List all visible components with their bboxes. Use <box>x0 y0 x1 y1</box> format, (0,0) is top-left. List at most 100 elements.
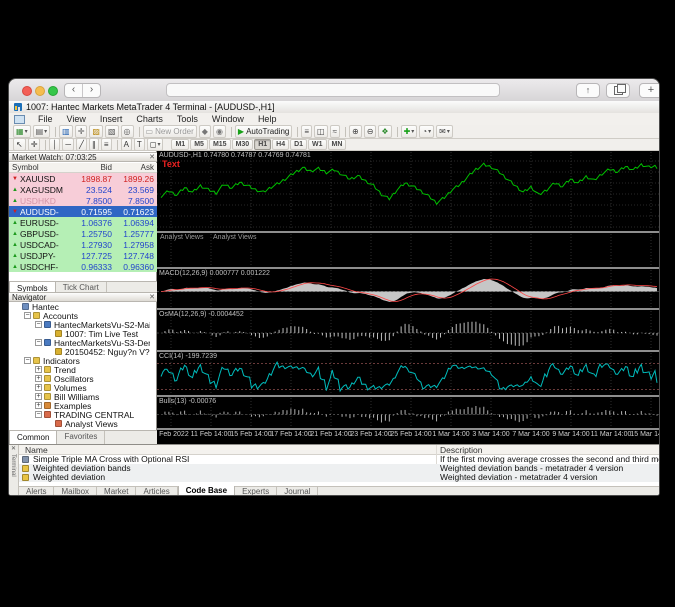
strategy-tester-button[interactable]: ◎ <box>121 125 134 138</box>
terminal-tabs: AlertsMailboxMarketArticlesCode BaseExpe… <box>19 486 660 496</box>
vertical-line-button[interactable]: │ <box>49 138 60 151</box>
menu-tools[interactable]: Tools <box>170 113 205 125</box>
shapes-button[interactable]: ◻▾ <box>147 138 164 151</box>
tab-experts[interactable]: Experts <box>235 487 277 496</box>
show-tabs-button[interactable] <box>606 83 630 98</box>
periods-button[interactable]: ◔▾ <box>419 125 434 138</box>
timeframe-m30-button[interactable]: M30 <box>232 139 254 150</box>
mdi-child-icon[interactable] <box>14 115 25 124</box>
equidistant-channel-button[interactable]: ∥ <box>89 138 99 151</box>
tile-windows-button[interactable]: ❖ <box>378 125 391 138</box>
menu-window[interactable]: Window <box>205 113 251 125</box>
expand-icon[interactable]: + <box>35 393 42 400</box>
market-watch-row-usdhkd[interactable]: ▲USDHKD7.85007.8500 <box>9 195 157 206</box>
market-watch-row-audusd-[interactable]: ▼AUDUSD-0.715950.71623 <box>9 206 157 217</box>
analyst-views-indicator-icon <box>55 420 62 427</box>
terminal-row[interactable]: Weighted deviationWeighted deviation - m… <box>19 473 660 482</box>
terminal-row[interactable]: Simple Triple MA Cross with Optional RSI… <box>19 455 660 464</box>
expand-icon[interactable]: + <box>35 366 42 373</box>
timeframe-mn-button[interactable]: MN <box>328 139 347 150</box>
terminal-row[interactable]: Weighted deviation bandsWeighted deviati… <box>19 464 660 473</box>
timeframe-d1-button[interactable]: D1 <box>290 139 307 150</box>
forward-button[interactable]: › <box>82 84 100 97</box>
expand-icon[interactable]: + <box>35 375 42 382</box>
market-watch-row-gbpusd-[interactable]: ▲GBPUSD-1.257501.25777 <box>9 228 157 239</box>
menu-help[interactable]: Help <box>251 113 284 125</box>
new-tab-button[interactable]: + <box>639 83 660 98</box>
expand-icon[interactable]: + <box>35 384 42 391</box>
timeframe-m15-button[interactable]: M15 <box>209 139 231 150</box>
address-field[interactable] <box>166 83 500 97</box>
tab-journal[interactable]: Journal <box>277 487 318 496</box>
tab-alerts[interactable]: Alerts <box>19 487 54 496</box>
collapse-icon[interactable]: − <box>35 321 42 328</box>
metaeditor-button[interactable]: ◆ <box>199 125 211 138</box>
market-watch-toggle-button[interactable]: ▥ <box>59 125 73 138</box>
market-watch-row-usdchf-[interactable]: ▲USDCHF-0.963330.96360 <box>9 261 157 272</box>
entry-description: Weighted deviation - metatrader 4 versio… <box>440 473 598 482</box>
market-watch-row-usdjpy-[interactable]: ▲USDJPY-127.725127.748 <box>9 250 157 261</box>
tab-favorites[interactable]: Favorites <box>57 431 105 445</box>
indicators-button[interactable]: ✚▾ <box>401 125 418 138</box>
chart-candles-button[interactable]: ◫ <box>314 125 328 138</box>
chart-bars-button[interactable]: ≡ <box>301 125 312 138</box>
analyst-views-label-1: Analyst Views <box>160 234 203 241</box>
new-order-button[interactable]: ▭New Order <box>143 125 197 138</box>
timeframe-m5-button[interactable]: M5 <box>190 139 208 150</box>
menu-insert[interactable]: Insert <box>93 113 130 125</box>
market-watch-row-eurusd-[interactable]: ▲EURUSD-1.063761.06394 <box>9 217 157 228</box>
zoom-in-button[interactable]: ⊕ <box>349 125 362 138</box>
minimize-window-button[interactable] <box>35 86 45 96</box>
share-button[interactable]: ↑ <box>576 83 600 98</box>
market-watch-close-icon[interactable]: ✕ <box>149 153 155 162</box>
trendline-button[interactable]: ╱ <box>76 138 87 151</box>
fibonacci-button[interactable]: ≡ <box>101 138 112 151</box>
tab-articles[interactable]: Articles <box>136 487 177 496</box>
collapse-icon[interactable]: − <box>35 411 42 418</box>
back-button[interactable]: ‹ <box>65 84 82 97</box>
market-watch-row-xauusd[interactable]: ▼XAUUSD1898.871899.26 <box>9 173 157 184</box>
text-button[interactable]: A <box>121 138 132 151</box>
options-button[interactable]: ◉ <box>213 125 226 138</box>
tree-item-analyst-views[interactable]: Analyst Views <box>9 419 150 428</box>
crosshair-button[interactable]: ✛ <box>28 138 41 151</box>
text-label-button[interactable]: T <box>134 138 145 151</box>
chart-area[interactable] <box>157 151 660 444</box>
terminal-toggle-button[interactable]: ▧ <box>105 125 119 138</box>
close-window-button[interactable] <box>22 86 32 96</box>
menu-charts[interactable]: Charts <box>129 113 170 125</box>
market-watch-row-xagusdm[interactable]: ▲XAGUSDM23.52423.569 <box>9 184 157 195</box>
zoom-window-button[interactable] <box>48 86 58 96</box>
menu-view[interactable]: View <box>60 113 93 125</box>
zoom-out-button[interactable]: ⊖ <box>364 125 377 138</box>
tab-market[interactable]: Market <box>97 487 136 496</box>
tab-code-base[interactable]: Code Base <box>178 486 235 496</box>
tab-common[interactable]: Common <box>9 430 57 445</box>
templates-button[interactable]: ✉▾ <box>436 125 453 138</box>
navigator-close-icon[interactable]: ✕ <box>149 293 155 302</box>
market-watch-row-usdcad-[interactable]: ▲USDCAD-1.279301.27958 <box>9 239 157 250</box>
horizontal-line-button[interactable]: ─ <box>62 138 74 151</box>
navigator-toggle-button[interactable]: ▨ <box>89 125 103 138</box>
market-watch-toggle-icon: ▥ <box>62 127 70 137</box>
timeframe-h4-button[interactable]: H4 <box>272 139 289 150</box>
collapse-icon[interactable]: − <box>24 312 31 319</box>
expand-icon[interactable]: + <box>35 402 42 409</box>
collapse-icon[interactable]: − <box>24 357 31 364</box>
profiles-button[interactable]: ▤▾ <box>33 125 51 138</box>
tab-mailbox[interactable]: Mailbox <box>54 487 97 496</box>
collapse-icon[interactable]: − <box>35 339 42 346</box>
chart-line-button[interactable]: ≈ <box>330 125 340 138</box>
tree-item-hantec[interactable]: Hantec <box>9 302 150 311</box>
cursor-button[interactable]: ↖ <box>13 138 26 151</box>
new-chart-button[interactable]: ▦▾ <box>13 125 31 138</box>
timeframe-h1-button[interactable]: H1 <box>254 139 271 150</box>
timeframe-w1-button[interactable]: W1 <box>308 139 327 150</box>
tree-item-indicators[interactable]: −Indicators <box>9 356 150 365</box>
terminal-close-icon[interactable]: ✕ <box>11 445 16 452</box>
timeframe-m1-button[interactable]: M1 <box>171 139 189 150</box>
autotrading-button[interactable]: ▶AutoTrading <box>235 125 292 138</box>
data-window-button[interactable]: ✛ <box>75 125 88 138</box>
chart-text-object[interactable]: Text <box>162 159 180 169</box>
menu-file[interactable]: File <box>31 113 60 125</box>
